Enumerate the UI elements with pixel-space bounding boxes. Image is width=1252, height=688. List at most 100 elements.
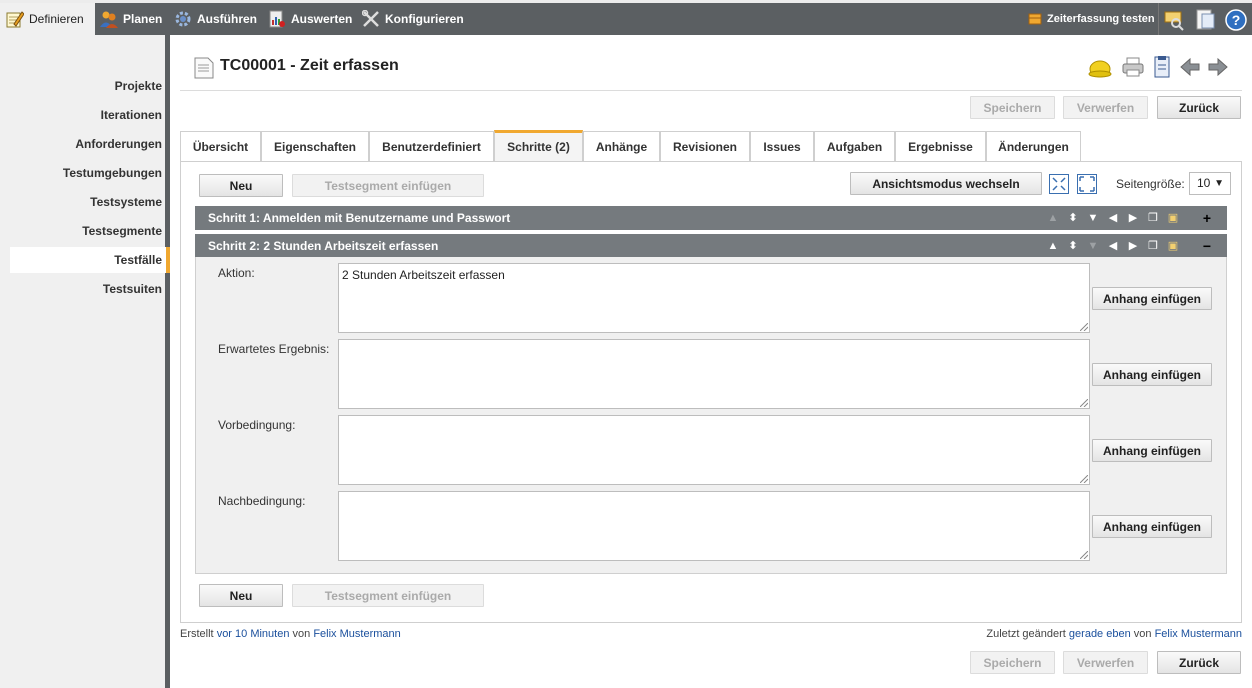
modified-time-link[interactable]: gerade eben [1069, 628, 1131, 640]
menu-konfigurieren[interactable]: Konfigurieren [362, 3, 464, 35]
save-button[interactable]: Speichern [970, 96, 1055, 119]
resize-handle-icon[interactable] [1080, 399, 1088, 407]
menu-konfigurieren-label: Konfigurieren [385, 12, 464, 26]
gear-icon [175, 11, 191, 27]
segment-icon[interactable]: ▣ [1166, 234, 1180, 258]
resize-handle-icon[interactable] [1080, 323, 1088, 331]
copy-icon[interactable]: ❐ [1146, 206, 1160, 230]
clock-box-icon [1028, 13, 1042, 25]
copy-icon[interactable]: ❐ [1146, 234, 1160, 258]
vorbedingung-textarea[interactable] [338, 415, 1090, 485]
sidebar-item-iterationen[interactable]: Iterationen [10, 102, 170, 128]
page-title: TC00001 - Zeit erfassen [220, 57, 399, 74]
nachbedingung-label: Nachbedingung: [218, 494, 306, 508]
page-size-value: 10 [1197, 176, 1211, 190]
resize-handle-icon[interactable] [1080, 475, 1088, 483]
aktion-attachment-button[interactable]: Anhang einfügen [1092, 287, 1212, 310]
arrow-left-icon[interactable] [1178, 55, 1202, 79]
tab-ergebnisse[interactable]: Ergebnisse [895, 131, 986, 161]
move-up-icon: ▲ [1047, 212, 1059, 224]
insert-segment-button-bottom[interactable]: Testsegment einfügen [292, 584, 484, 607]
vorbedingung-attachment-button[interactable]: Anhang einfügen [1092, 439, 1212, 462]
switch-view-button[interactable]: Ansichtsmodus wechseln [850, 172, 1042, 195]
modified-by-link[interactable]: Felix Mustermann [1155, 628, 1242, 640]
title-divider [180, 90, 1242, 91]
print-icon[interactable] [1121, 55, 1145, 79]
tab-anhaenge[interactable]: Anhänge [583, 131, 660, 161]
zeiterfassung-link[interactable]: Zeiterfassung testen [1028, 3, 1155, 35]
tab-aufgaben[interactable]: Aufgaben [814, 131, 895, 161]
menu-planen[interactable]: Planen [100, 3, 162, 35]
discard-button-bottom[interactable]: Verwerfen [1063, 651, 1148, 674]
erwartet-textarea[interactable] [338, 339, 1090, 409]
indent-left-icon[interactable]: ◀ [1106, 206, 1120, 230]
sidebar-item-testsuiten[interactable]: Testsuiten [10, 276, 170, 302]
tab-issues[interactable]: Issues [750, 131, 814, 161]
nachbedingung-attachment-button[interactable]: Anhang einfügen [1092, 515, 1212, 538]
help-icon[interactable]: ? [1224, 8, 1248, 32]
document-icon [194, 57, 214, 79]
menu-auswerten[interactable]: Auswerten [268, 3, 352, 35]
sidebar-item-testumgebungen[interactable]: Testumgebungen [10, 160, 170, 186]
expand-step-icon[interactable]: + [1200, 206, 1214, 230]
sidebar-item-testsegmente[interactable]: Testsegmente [10, 218, 170, 244]
menu-ausfuehren[interactable]: Ausführen [174, 3, 257, 35]
modified-info: Zuletzt geändert gerade eben von Felix M… [986, 628, 1242, 640]
tab-uebersicht[interactable]: Übersicht [180, 131, 261, 161]
move-down-icon: ▼ [1087, 240, 1099, 252]
tab-aenderungen[interactable]: Änderungen [986, 131, 1081, 161]
back-button-bottom[interactable]: Zurück [1157, 651, 1241, 674]
indent-right-icon[interactable]: ▶ [1126, 206, 1140, 230]
erwartet-attachment-button[interactable]: Anhang einfügen [1092, 363, 1212, 386]
document-search-icon[interactable] [1194, 8, 1218, 32]
sidebar-item-anforderungen[interactable]: Anforderungen [10, 131, 170, 157]
move-up-icon[interactable]: ▲ [1046, 234, 1060, 258]
nachbedingung-textarea[interactable] [338, 491, 1090, 561]
page-size-label: Seitengröße: [1116, 177, 1185, 191]
created-time-link[interactable]: vor 10 Minuten [217, 628, 290, 640]
page-size-select[interactable]: 10 ▼ [1189, 172, 1231, 195]
move-updown-icon[interactable]: ⬍ [1066, 234, 1080, 258]
aktion-textarea[interactable]: 2 Stunden Arbeitszeit erfassen [338, 263, 1090, 333]
indent-left-icon[interactable]: ◀ [1106, 234, 1120, 258]
helmet-icon[interactable] [1088, 55, 1112, 79]
segment-icon[interactable]: ▣ [1166, 206, 1180, 230]
step-1-header[interactable]: Schritt 1: Anmelden mit Benutzername und… [195, 206, 1227, 230]
created-by-link[interactable]: Felix Mustermann [313, 628, 400, 640]
chevron-down-icon: ▼ [1214, 178, 1224, 189]
collapse-all-icon[interactable] [1049, 174, 1069, 194]
back-button[interactable]: Zurück [1157, 96, 1241, 119]
discard-button[interactable]: Verwerfen [1063, 96, 1148, 119]
save-button-bottom[interactable]: Speichern [970, 651, 1055, 674]
tab-eigenschaften[interactable]: Eigenschaften [261, 131, 369, 161]
expand-all-icon[interactable] [1077, 174, 1097, 194]
new-step-button-bottom[interactable]: Neu [199, 584, 283, 607]
move-updown-icon[interactable]: ⬍ [1066, 206, 1080, 230]
clipboard-icon[interactable] [1150, 55, 1174, 79]
people-icon [100, 11, 118, 28]
menu-planen-label: Planen [123, 12, 163, 26]
sidebar-item-testsysteme[interactable]: Testsysteme [10, 189, 170, 215]
indent-right-icon[interactable]: ▶ [1126, 234, 1140, 258]
svg-text:?: ? [1232, 12, 1241, 28]
tab-revisionen[interactable]: Revisionen [660, 131, 750, 161]
notepad-pencil-icon [6, 11, 24, 28]
created-von: von [292, 628, 311, 640]
tab-schritte[interactable]: Schritte (2) [494, 130, 583, 161]
sidebar-item-testfaelle[interactable]: Testfälle [10, 247, 170, 273]
created-label: Erstellt [180, 628, 214, 640]
top-menu-bar: Definieren Planen Ausführen Auswerten Ko… [0, 0, 1252, 35]
insert-segment-button[interactable]: Testsegment einfügen [292, 174, 484, 197]
created-info: Erstellt vor 10 Minuten von Felix Muster… [180, 628, 401, 640]
menu-definieren[interactable]: Definieren [0, 3, 95, 35]
new-step-button[interactable]: Neu [199, 174, 283, 197]
sidebar-item-projekte[interactable]: Projekte [10, 73, 170, 99]
resize-handle-icon[interactable] [1080, 551, 1088, 559]
search-filter-icon[interactable] [1162, 8, 1186, 32]
modified-von: von [1133, 628, 1152, 640]
collapse-step-icon[interactable]: − [1200, 234, 1214, 258]
tab-benutzerdefiniert[interactable]: Benutzerdefiniert [369, 131, 494, 161]
step-2-header[interactable]: Schritt 2: 2 Stunden Arbeitszeit erfasse… [195, 234, 1227, 258]
move-down-icon[interactable]: ▼ [1086, 206, 1100, 230]
arrow-right-icon[interactable] [1206, 55, 1230, 79]
